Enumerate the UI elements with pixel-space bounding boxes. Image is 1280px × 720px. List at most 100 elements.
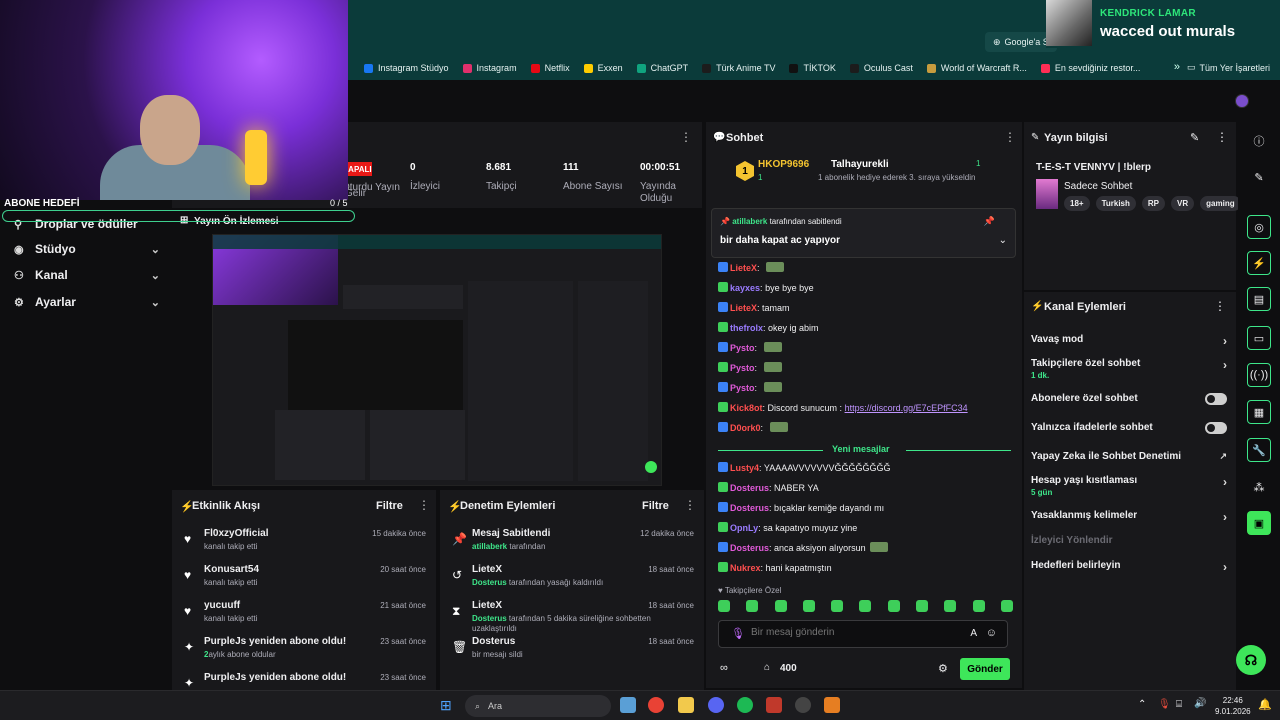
store-icon[interactable]: ⌂: [764, 662, 770, 673]
chat-message[interactable]: LieteX:: [718, 262, 786, 273]
moderation-filter-button[interactable]: Filtre: [642, 500, 669, 512]
all-bookmarks[interactable]: ▭ Tüm Yer İşaretleri: [1187, 62, 1270, 73]
more-options-icon[interactable]: ⋮: [1214, 299, 1226, 313]
chat-message[interactable]: Dosterus: bıçaklar kemiğe dayandı mı: [718, 502, 884, 513]
bookmark-item[interactable]: Oculus Cast: [849, 63, 913, 73]
stream-tag[interactable]: Turkish: [1095, 196, 1136, 211]
stream-tag[interactable]: VR: [1171, 196, 1195, 211]
bookmark-item[interactable]: World of Warcraft R...: [926, 63, 1027, 73]
obs-icon[interactable]: [795, 697, 811, 713]
activity-event[interactable]: ♥ Konusart54 kanalı takip etti 20 saat önce: [172, 564, 436, 600]
bookmarks-more-icon[interactable]: »: [1174, 61, 1180, 73]
sidebar-item-studio[interactable]: ◉ Stüdyo ⌄: [14, 239, 160, 259]
chat-username[interactable]: Dosterus: [730, 483, 769, 493]
mic-icon[interactable]: 🎙: [731, 627, 745, 640]
support-fab-icon[interactable]: ☊: [1236, 645, 1266, 675]
bookmark-item[interactable]: Exxen: [583, 63, 623, 73]
chat-message[interactable]: Lusty4: YAAAAVVVVVVVĞĞĞĞĞĞĞĞ: [718, 462, 891, 473]
moderation-event[interactable]: ↺ LieteX Dosterus tarafından yasağı kaldır…: [440, 564, 704, 600]
emote-icon[interactable]: [887, 600, 900, 612]
activity-event[interactable]: ♥ yucuuff kanalı takip etti 21 saat önce: [172, 600, 436, 636]
chat-username[interactable]: D0ork0: [730, 423, 761, 433]
moderation-event[interactable]: ⧗ LieteX Dosterus tarafından 5 dakika süre…: [440, 600, 704, 636]
layout-icon[interactable]: ▦: [1247, 400, 1271, 424]
pinned-message[interactable]: 📌 atillaberk tarafından sabitlendi bir d…: [711, 208, 1016, 258]
chat-username[interactable]: Lusty4: [730, 463, 759, 473]
edit-icon[interactable]: ✎: [1247, 165, 1271, 189]
chat-username[interactable]: LieteX: [730, 303, 757, 313]
channel-action-item[interactable]: Abonelere özel sohbet: [1031, 393, 1227, 405]
windows-start-icon[interactable]: ⊞: [440, 697, 452, 714]
chevron-down-icon[interactable]: ⌄: [999, 235, 1007, 246]
taskbar-search[interactable]: ⌕ Ara: [465, 695, 611, 717]
bookmark-item[interactable]: En sevdiğiniz restor...: [1040, 63, 1140, 73]
chat-input[interactable]: [751, 627, 951, 638]
chat-message[interactable]: OpnLy: sa kapatıyo muyuz yine: [718, 522, 857, 533]
lightning-icon[interactable]: ⚡: [1247, 251, 1271, 275]
hype-user-2[interactable]: Talhayurekli: [831, 159, 889, 170]
channel-action-item[interactable]: Yapay Zeka ile Sohbet Denetimi ↗: [1031, 451, 1227, 462]
chat-input-box[interactable]: 🎙 A ☺: [718, 620, 1008, 648]
edit-icon[interactable]: ✎: [1190, 131, 1199, 144]
emote-icon[interactable]: [746, 600, 759, 612]
channel-action-item[interactable]: Hesap yaşı kısıtlaması 5 gün ›: [1031, 475, 1227, 497]
taskbar-clock[interactable]: 22:46 9.01.2026: [1215, 695, 1251, 717]
bookmark-item[interactable]: Instagram Stüdyo: [364, 63, 449, 73]
notification-icon[interactable]: 🔔: [1258, 698, 1272, 711]
chat-username[interactable]: Dosterus: [730, 503, 769, 513]
taskbar-app-icon[interactable]: [824, 697, 840, 713]
chat-message[interactable]: D0ork0:: [718, 422, 790, 433]
emote-icon[interactable]: [972, 600, 985, 612]
chat-message[interactable]: Pysto:: [718, 382, 784, 393]
activity-event[interactable]: ♥ Fl0xzyOfficial kanalı takip etti 15 dakik…: [172, 528, 436, 564]
chat-username[interactable]: OpnLy: [730, 523, 758, 533]
volume-icon[interactable]: 🔊: [1194, 698, 1206, 709]
emote-icon[interactable]: [1000, 600, 1013, 612]
emote-icon[interactable]: [802, 600, 815, 612]
hype-user[interactable]: HKOP9696: [758, 159, 809, 170]
more-options-icon[interactable]: ⋮: [418, 498, 430, 512]
stream-tag[interactable]: gaming: [1200, 196, 1241, 211]
chat-message[interactable]: Pysto:: [718, 362, 784, 373]
bookmark-item[interactable]: TİKTOK: [789, 63, 836, 73]
toggle-switch[interactable]: [1205, 422, 1227, 434]
chat-message[interactable]: Nukrex: hani kapatmıştın: [718, 562, 832, 573]
chat-message[interactable]: Pysto:: [718, 342, 784, 353]
document-icon[interactable]: ▤: [1247, 287, 1271, 311]
emote-icon[interactable]: [718, 600, 730, 612]
emote-icon[interactable]: [831, 600, 844, 612]
chat-message[interactable]: Dosterus: NABER YA: [718, 482, 819, 493]
sidebar-item-channel[interactable]: ⚇ Kanal ⌄: [14, 265, 160, 285]
chat-username[interactable]: Pysto: [730, 343, 755, 353]
chat-username[interactable]: Kick8ot: [730, 403, 763, 413]
chat-username[interactable]: Nukrex: [730, 563, 761, 573]
stream-preview[interactable]: [212, 234, 662, 486]
emote-icon[interactable]: [944, 600, 957, 612]
mic-icon[interactable]: 🎙: [1158, 699, 1171, 710]
discord-icon[interactable]: [708, 697, 724, 713]
taskbar-app-icon[interactable]: [620, 697, 636, 713]
wrench-icon[interactable]: 🔧: [1247, 438, 1271, 462]
activity-event[interactable]: ✦ PurpleJs yeniden abone oldu! 2aylık abon…: [172, 636, 436, 672]
avatar[interactable]: [1235, 94, 1249, 108]
chat-message[interactable]: Dosterus: anca aksiyon alıyorsun: [718, 542, 890, 553]
bookmark-item[interactable]: ChatGPT: [636, 63, 688, 73]
chat-username[interactable]: Dosterus: [730, 543, 769, 553]
folder-icon[interactable]: [678, 697, 694, 713]
tray-chevron-icon[interactable]: ⌃: [1138, 699, 1146, 710]
network-icon[interactable]: ⌸: [1176, 699, 1182, 710]
info-icon[interactable]: ⓘ: [1247, 129, 1271, 153]
chat-icon[interactable]: ▭: [1247, 326, 1271, 350]
chat-username[interactable]: Pysto: [730, 363, 755, 373]
moderation-event[interactable]: 📌 Mesaj Sabitlendi atillaberk tarafından 12…: [440, 528, 704, 564]
points-icon[interactable]: ⁂: [1247, 475, 1271, 499]
camera-icon[interactable]: ◎: [1247, 215, 1271, 239]
more-options-icon[interactable]: ⋮: [680, 130, 692, 144]
stream-tag[interactable]: 18+: [1064, 196, 1090, 211]
send-button[interactable]: Gönder: [960, 658, 1010, 680]
emote-icon[interactable]: [774, 600, 787, 612]
chat-username[interactable]: LieteX: [730, 263, 757, 273]
chat-message[interactable]: LieteX: tamam: [718, 302, 790, 313]
taskbar-app-icon[interactable]: [766, 697, 782, 713]
chat-username[interactable]: kayxes: [730, 283, 760, 293]
